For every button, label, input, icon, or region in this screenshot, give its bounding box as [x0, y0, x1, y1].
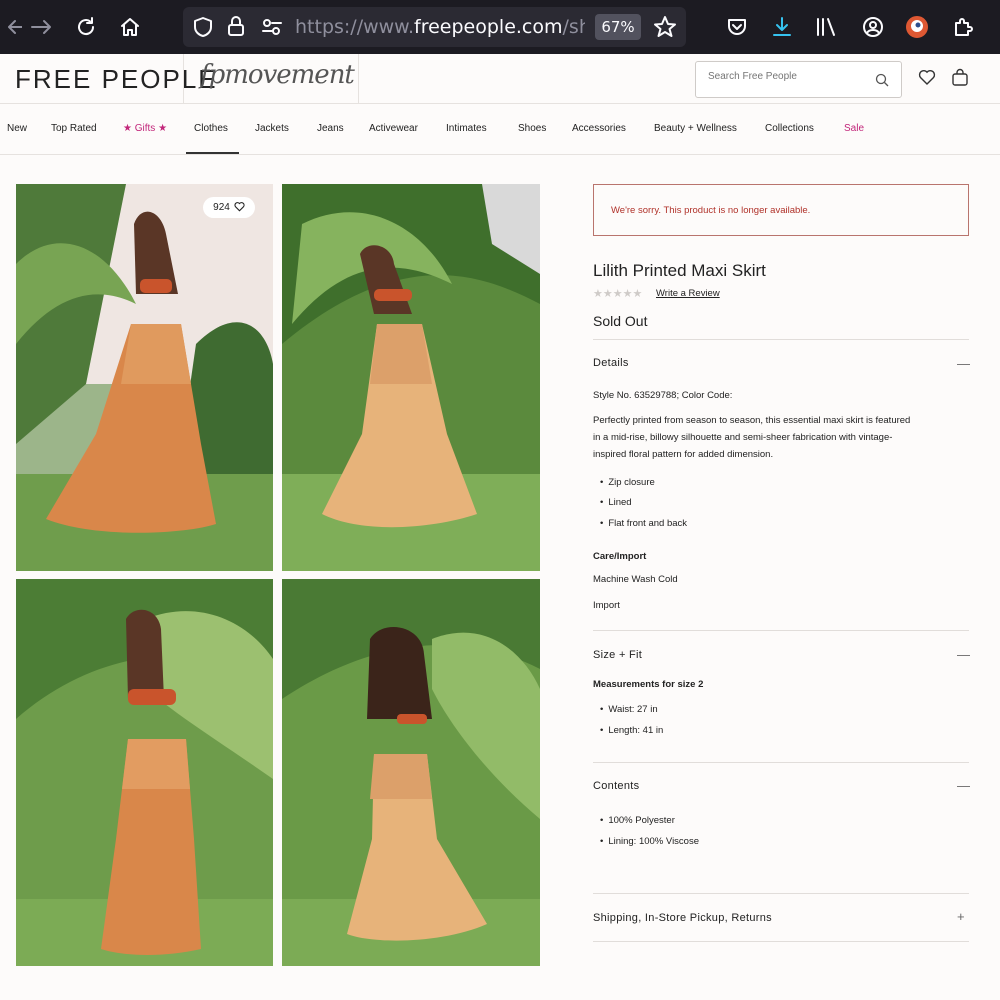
product-title: Lilith Printed Maxi Skirt — [593, 261, 766, 280]
nav-item-shoes[interactable]: Shoes — [518, 123, 546, 134]
bookmark-star-icon[interactable] — [653, 15, 677, 44]
search-icon[interactable] — [875, 73, 889, 92]
description-line: inspired floral pattern for added dimens… — [593, 449, 774, 460]
url-bar[interactable]: https://www.freepeople.com/shop/lili 67% — [183, 7, 686, 47]
divider — [593, 893, 969, 894]
product-photo-1[interactable] — [16, 184, 273, 571]
details-collapse-icon[interactable]: — — [957, 357, 970, 370]
product-photo-3[interactable] — [16, 579, 273, 966]
product-photo-2[interactable] — [282, 184, 540, 571]
care-line: Machine Wash Cold — [593, 574, 678, 585]
care-heading: Care/Import — [593, 551, 647, 562]
forward-button[interactable] — [26, 12, 56, 42]
free-people-logo[interactable]: FREE PEOPLE — [15, 64, 218, 95]
nav-item-accessories[interactable]: Accessories — [572, 123, 626, 134]
zoom-level[interactable]: 67% — [595, 14, 641, 40]
search-box[interactable] — [695, 61, 902, 98]
detail-bullet: Flat front and back — [600, 518, 687, 529]
nav-item-gifts[interactable]: ★ Gifts ★ — [123, 123, 167, 134]
description-line: in a mid-rise, billowy silhouette and se… — [593, 432, 893, 443]
heart-icon — [234, 201, 245, 215]
nav-item-activewear[interactable]: Activewear — [369, 123, 418, 134]
detail-bullet: Zip closure — [600, 477, 654, 488]
wishlist-heart-icon[interactable] — [918, 68, 936, 91]
nav-item-beauty-wellness[interactable]: Beauty + Wellness — [654, 123, 737, 134]
style-number: Style No. 63529788; Color Code: — [593, 390, 733, 401]
permissions-icon[interactable] — [261, 16, 283, 43]
main-nav: New Top Rated ★ Gifts ★ Clothes Jackets … — [0, 104, 1000, 155]
divider — [593, 339, 969, 340]
alert-message: We're sorry. This product is no longer a… — [611, 205, 811, 216]
library-icon[interactable] — [812, 12, 842, 42]
detail-bullet: Lined — [600, 497, 631, 508]
nav-item-clothes[interactable]: Clothes — [194, 123, 228, 134]
downloads-icon[interactable] — [767, 12, 797, 42]
care-line: Import — [593, 600, 620, 611]
account-icon[interactable] — [858, 12, 888, 42]
nav-item-jackets[interactable]: Jackets — [255, 123, 289, 134]
search-input[interactable] — [708, 71, 868, 82]
description-line: Perfectly printed from season to season,… — [593, 415, 911, 426]
url-text[interactable]: https://www.freepeople.com/shop/lili — [295, 16, 585, 38]
measurement-bullet: Waist: 27 in — [600, 704, 657, 715]
browser-toolbar: https://www.freepeople.com/shop/lili 67% — [0, 0, 1000, 54]
size-fit-heading[interactable]: Size + Fit — [593, 649, 642, 661]
nav-item-new[interactable]: New — [7, 123, 27, 134]
unavailable-alert: We're sorry. This product is no longer a… — [593, 184, 969, 236]
measurements-heading: Measurements for size 2 — [593, 679, 704, 690]
divider — [593, 941, 969, 942]
shield-icon[interactable] — [193, 16, 213, 43]
shopping-bag-icon[interactable] — [951, 68, 969, 91]
nav-item-collections[interactable]: Collections — [765, 123, 814, 134]
shipping-expand-icon[interactable]: + — [957, 910, 965, 923]
duckduckgo-icon[interactable] — [902, 12, 932, 42]
details-heading[interactable]: Details — [593, 357, 629, 369]
size-fit-collapse-icon[interactable]: — — [957, 648, 970, 661]
contents-collapse-icon[interactable]: — — [957, 779, 970, 792]
nav-item-jeans[interactable]: Jeans — [317, 123, 344, 134]
extensions-icon[interactable] — [948, 12, 978, 42]
stock-status: Sold Out — [593, 313, 648, 329]
rating-stars: ★★★★★ — [593, 288, 643, 300]
divider — [593, 762, 969, 763]
header-divider — [358, 54, 359, 104]
site-header: FREE PEOPLE fpmovement — [0, 54, 1000, 104]
likes-count: 924 — [213, 202, 230, 213]
divider — [593, 630, 969, 631]
measurement-bullet: Length: 41 in — [600, 725, 663, 736]
reload-button[interactable] — [71, 12, 101, 42]
contents-bullet: 100% Polyester — [600, 815, 675, 826]
lock-icon[interactable] — [227, 15, 245, 42]
fp-movement-logo[interactable]: fpmovement — [200, 60, 355, 90]
nav-item-intimates[interactable]: Intimates — [446, 123, 487, 134]
nav-item-sale[interactable]: Sale — [844, 123, 864, 134]
pocket-icon[interactable] — [722, 12, 752, 42]
contents-bullet: Lining: 100% Viscose — [600, 836, 699, 847]
write-review-link[interactable]: Write a Review — [656, 288, 720, 299]
shipping-heading[interactable]: Shipping, In-Store Pickup, Returns — [593, 912, 772, 924]
product-photo-4[interactable] — [282, 579, 540, 966]
likes-badge[interactable]: 924 — [203, 197, 255, 218]
contents-heading[interactable]: Contents — [593, 780, 639, 792]
home-button[interactable] — [115, 12, 145, 42]
header-divider — [183, 54, 184, 104]
nav-item-top-rated[interactable]: Top Rated — [51, 123, 97, 134]
active-nav-underline — [186, 152, 239, 154]
